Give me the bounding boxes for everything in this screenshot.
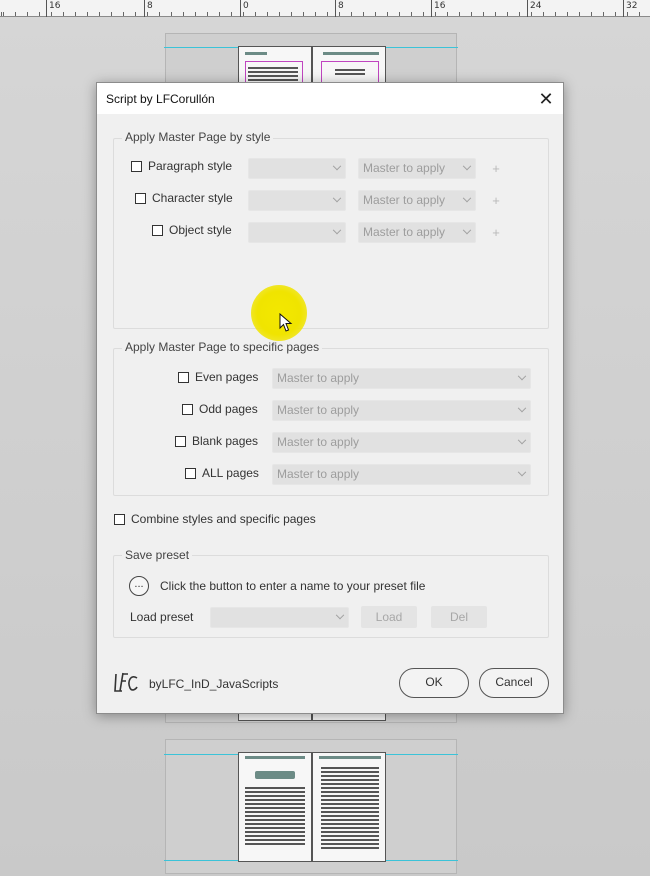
- character-style-row: Character style: [135, 191, 233, 205]
- object-master-dropdown[interactable]: Master to apply: [358, 222, 476, 243]
- chevron-down-icon: [517, 435, 527, 445]
- ruler-label: 32: [626, 1, 638, 11]
- object-style-checkbox[interactable]: [152, 224, 163, 236]
- dialog-titlebar[interactable]: Script by LFCorullón ✕: [97, 83, 563, 114]
- even-pages-label: Even pages: [195, 370, 259, 384]
- ruler-label: 24: [530, 1, 542, 11]
- combine-label: Combine styles and specific pages: [131, 512, 316, 526]
- odd-pages-checkbox[interactable]: [182, 403, 193, 415]
- all-pages-row: ALL pages: [185, 466, 259, 480]
- chevron-down-icon: [517, 371, 527, 381]
- ok-button[interactable]: OK: [399, 668, 469, 698]
- combine-row: Combine styles and specific pages: [114, 512, 316, 526]
- ruler-label: 16: [434, 1, 446, 11]
- chevron-down-icon: [462, 225, 472, 235]
- paragraph-style-dropdown[interactable]: [248, 158, 346, 179]
- chevron-down-icon: [332, 193, 342, 203]
- name-preset-button[interactable]: ...: [129, 576, 149, 596]
- brand-text: byLFC_InD_JavaScripts: [149, 677, 279, 691]
- ruler-major-tick: [46, 0, 47, 17]
- odd-pages-row: Odd pages: [182, 402, 258, 416]
- chevron-down-icon: [332, 225, 342, 235]
- save-preset-panel-title: Save preset: [122, 548, 193, 562]
- ruler-major-tick: [527, 0, 528, 17]
- load-preset-dropdown[interactable]: [210, 607, 349, 628]
- ruler-major-tick: [240, 0, 241, 17]
- header-bar: [245, 756, 305, 759]
- object-style-row: Object style: [152, 223, 232, 237]
- paragraph-style-row: Paragraph style: [131, 159, 232, 173]
- dropdown-value: Master to apply: [277, 371, 360, 385]
- combine-checkbox[interactable]: [114, 513, 125, 525]
- specific-pages-panel-title: Apply Master Page to specific pages: [122, 340, 323, 354]
- all-pages-label: ALL pages: [202, 466, 259, 480]
- odd-pages-label: Odd pages: [199, 402, 258, 416]
- load-button[interactable]: Load: [361, 606, 417, 628]
- blank-pages-label: Blank pages: [192, 434, 259, 448]
- load-preset-label: Load preset: [130, 610, 194, 624]
- add-character-rule-button[interactable]: +: [489, 193, 503, 208]
- ruler-major-tick: [623, 0, 624, 17]
- dropdown-value: Master to apply: [277, 403, 360, 417]
- chevron-down-icon: [332, 161, 342, 171]
- by-style-panel-title: Apply Master Page by style: [122, 130, 274, 144]
- left-page[interactable]: [238, 752, 312, 862]
- add-paragraph-rule-button[interactable]: +: [489, 161, 503, 176]
- odd-pages-master-dropdown[interactable]: Master to apply: [272, 400, 531, 421]
- character-style-label: Character style: [152, 191, 233, 205]
- blank-pages-master-dropdown[interactable]: Master to apply: [272, 432, 531, 453]
- delete-button[interactable]: Del: [431, 606, 487, 628]
- page-spread-bottom[interactable]: [164, 739, 458, 874]
- chevron-down-icon: [462, 193, 472, 203]
- paragraph-master-dropdown[interactable]: Master to apply: [358, 158, 476, 179]
- right-page[interactable]: [312, 752, 386, 862]
- object-style-dropdown[interactable]: [248, 222, 346, 243]
- ruler-label: 16: [49, 1, 61, 11]
- even-pages-master-dropdown[interactable]: Master to apply: [272, 368, 531, 389]
- ruler-major-tick: [335, 0, 336, 17]
- mouse-pointer-icon: [279, 313, 293, 332]
- character-style-dropdown[interactable]: [248, 190, 346, 211]
- image-placeholder: [255, 771, 295, 779]
- paragraph-style-checkbox[interactable]: [131, 160, 142, 172]
- dropdown-value: Master to apply: [363, 225, 446, 239]
- dropdown-value: Master to apply: [277, 467, 360, 481]
- dropdown-value: Master to apply: [363, 161, 446, 175]
- dropdown-value: Master to apply: [277, 435, 360, 449]
- text-lines: [245, 787, 305, 847]
- close-button[interactable]: ✕: [535, 88, 557, 110]
- even-pages-checkbox[interactable]: [178, 371, 189, 383]
- chevron-down-icon: [517, 403, 527, 413]
- dialog-title: Script by LFCorullón: [106, 92, 215, 106]
- header-bar: [323, 52, 379, 55]
- even-pages-row: Even pages: [178, 370, 258, 384]
- header-bar: [245, 52, 267, 55]
- text-lines: [321, 767, 379, 849]
- cancel-button[interactable]: Cancel: [479, 668, 549, 698]
- horizontal-ruler[interactable]: 16 8 0 8 16 24 32: [0, 0, 650, 17]
- ruler-label: 0: [243, 1, 249, 11]
- character-style-checkbox[interactable]: [135, 192, 146, 204]
- dropdown-value: Master to apply: [363, 193, 446, 207]
- header-bar: [319, 756, 381, 759]
- chevron-down-icon: [335, 610, 345, 620]
- ruler-major-tick: [431, 0, 432, 17]
- ruler-major-tick: [144, 0, 145, 17]
- character-master-dropdown[interactable]: Master to apply: [358, 190, 476, 211]
- chevron-down-icon: [517, 467, 527, 477]
- add-object-rule-button[interactable]: +: [489, 225, 503, 240]
- paragraph-style-label: Paragraph style: [148, 159, 233, 173]
- ruler-label: 8: [338, 1, 344, 11]
- preset-hint: Click the button to enter a name to your…: [160, 579, 426, 593]
- all-pages-master-dropdown[interactable]: Master to apply: [272, 464, 531, 485]
- blank-pages-checkbox[interactable]: [175, 435, 186, 447]
- object-style-label: Object style: [169, 223, 232, 237]
- blank-pages-row: Blank pages: [175, 434, 258, 448]
- text-lines: [335, 69, 365, 75]
- script-dialog[interactable]: Script by LFCorullón ✕ Apply Master Page…: [96, 82, 564, 714]
- lfc-logo-icon: [114, 672, 138, 692]
- chevron-down-icon: [462, 161, 472, 171]
- ruler-label: 8: [147, 1, 153, 11]
- all-pages-checkbox[interactable]: [185, 467, 196, 479]
